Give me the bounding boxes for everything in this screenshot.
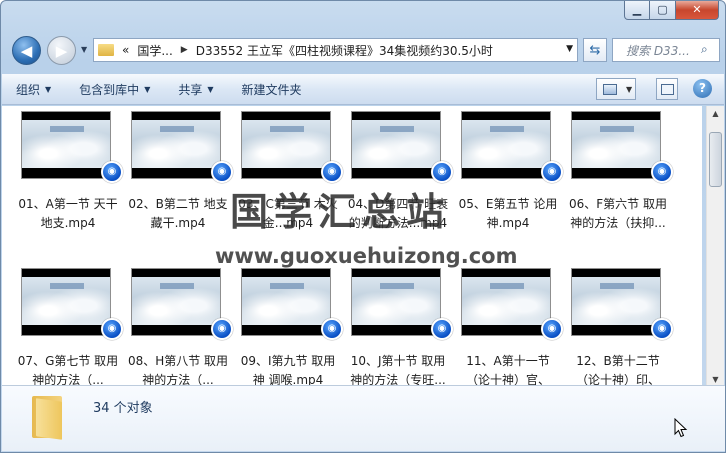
help-button[interactable]: ? <box>693 79 712 98</box>
details-pane <box>2 385 725 451</box>
forward-button[interactable]: ▶ <box>47 36 76 65</box>
file-item[interactable]: ◉ 01、A第一节 天干 地支.mp4 <box>16 111 123 230</box>
navigation-bar: ◀ ▶ ▼ « 国学... ▶ D33552 王立军《四柱视频课程》34集视频约… <box>7 34 720 68</box>
video-thumbnail <box>21 268 111 336</box>
video-thumbnail <box>241 111 331 179</box>
file-item[interactable]: ◉ 10、J第十节 取用神的方法（专旺... <box>346 268 453 387</box>
folder-icon <box>32 396 62 440</box>
breadcrumb-item-current[interactable]: D33552 王立军《四柱视频课程》34集视频约30.5小时 <box>196 42 493 59</box>
address-bar[interactable]: « 国学... ▶ D33552 王立军《四柱视频课程》34集视频约30.5小时… <box>93 38 578 62</box>
file-name: 01、A第一节 天干 地支.mp4 <box>18 197 118 230</box>
search-icon[interactable]: ⌕ <box>701 42 715 56</box>
help-icon: ? <box>699 81 706 95</box>
scroll-up-icon[interactable]: ▲ <box>709 109 722 118</box>
video-thumbnail <box>461 268 551 336</box>
chevron-right-icon[interactable]: ▶ <box>181 45 188 55</box>
vertical-scrollbar[interactable]: ▲ ▼ <box>706 106 724 387</box>
address-dropdown-icon[interactable]: ▼ <box>566 44 573 54</box>
file-item[interactable]: ◉11、A第十一节（论十神）官、杀.... <box>456 268 563 387</box>
video-player-icon: ◉ <box>651 318 673 340</box>
video-player-icon: ◉ <box>321 318 343 340</box>
video-player-icon: ◉ <box>101 161 123 183</box>
mouse-cursor-icon <box>674 418 688 438</box>
video-thumbnail <box>241 268 331 336</box>
video-thumbnail <box>131 111 221 179</box>
breadcrumb-prefix[interactable]: « <box>122 43 129 57</box>
video-player-icon: ◉ <box>541 161 563 183</box>
file-name: 06、F第六节 取用神的方法（扶抑... <box>569 197 667 230</box>
file-item[interactable]: ◉12、B第十二节（论十神）印、枭.... <box>566 268 673 387</box>
file-item[interactable]: ◉ 06、F第六节 取用神的方法（扶抑... <box>566 111 673 230</box>
video-thumbnail <box>351 111 441 179</box>
file-item[interactable]: ◉ 05、E第五节 论用神.mp4 <box>456 111 563 230</box>
share-button[interactable]: 共享 ▼ <box>164 74 227 104</box>
file-item[interactable]: ◉ 08、H第八节 取用神的方法（... <box>126 268 233 387</box>
organize-label: 组织 <box>16 82 41 97</box>
video-thumbnail <box>571 111 661 179</box>
arrow-left-icon: ◀ <box>20 41 33 60</box>
video-thumbnail <box>131 268 221 336</box>
video-player-icon: ◉ <box>101 318 123 340</box>
maximize-button[interactable]: ▢ <box>650 1 676 20</box>
item-count: 34 个对象 <box>93 401 153 416</box>
video-thumbnail <box>461 111 551 179</box>
search-input[interactable]: 搜索 D33... ⌕ <box>612 38 720 62</box>
chevron-down-icon: ▼ <box>207 84 214 94</box>
include-library-label: 包含到库中 <box>79 82 140 97</box>
preview-pane-icon <box>661 84 674 95</box>
new-folder-label: 新建文件夹 <box>241 82 302 97</box>
back-button[interactable]: ◀ <box>12 36 41 65</box>
video-player-icon: ◉ <box>321 161 343 183</box>
share-label: 共享 <box>178 82 203 97</box>
chevron-down-icon: ▼ <box>144 84 151 94</box>
file-name: 05、E第五节 论用神.mp4 <box>458 197 558 230</box>
video-player-icon: ◉ <box>431 161 453 183</box>
command-bar: 组织 ▼ 包含到库中 ▼ 共享 ▼ 新建文件夹 ▼ ? <box>2 74 724 105</box>
refresh-button[interactable]: ⇆ <box>583 38 607 62</box>
refresh-icon: ⇆ <box>589 42 601 58</box>
file-name: 02、B第二节 地支藏干.mp4 <box>128 197 228 230</box>
window-controls: ▁ ▢ ✕ <box>624 1 719 20</box>
video-thumbnail <box>571 268 661 336</box>
scrollbar-thumb[interactable] <box>709 132 722 187</box>
file-item[interactable]: ◉ 07、G第七节 取用神的方法（... <box>16 268 123 387</box>
video-player-icon: ◉ <box>431 318 453 340</box>
history-dropdown-icon[interactable]: ▼ <box>81 45 87 54</box>
chevron-down-icon: ▼ <box>45 84 52 94</box>
new-folder-button[interactable]: 新建文件夹 <box>228 74 316 104</box>
video-player-icon: ◉ <box>211 161 233 183</box>
minimize-button[interactable]: ▁ <box>624 1 650 20</box>
view-icon <box>603 83 617 95</box>
close-button[interactable]: ✕ <box>676 1 719 20</box>
explorer-window: ▁ ▢ ✕ ◀ ▶ ▼ « 国学... ▶ D33552 王立军《四柱视频课程》… <box>0 0 726 453</box>
folder-icon <box>98 44 114 56</box>
file-item[interactable]: ◉ 02、B第二节 地支藏干.mp4 <box>126 111 233 230</box>
file-item[interactable]: ◉ 09、I第九节 取用神 调喉.mp4 <box>236 268 343 387</box>
video-player-icon: ◉ <box>541 318 563 340</box>
video-thumbnail <box>21 111 111 179</box>
scroll-down-icon[interactable]: ▼ <box>709 375 722 384</box>
chevron-down-icon: ▼ <box>626 84 633 94</box>
watermark-title: 国学汇总站 <box>230 190 451 234</box>
video-thumbnail <box>351 268 441 336</box>
breadcrumb-item[interactable]: 国学... <box>137 42 172 59</box>
arrow-right-icon: ▶ <box>55 41 68 60</box>
video-player-icon: ◉ <box>211 318 233 340</box>
preview-pane-button[interactable] <box>656 78 678 100</box>
change-view-button[interactable]: ▼ <box>596 78 636 100</box>
watermark-url: www.guoxuehuizong.com <box>215 244 518 268</box>
organize-button[interactable]: 组织 ▼ <box>2 74 65 104</box>
video-player-icon: ◉ <box>651 161 673 183</box>
include-library-button[interactable]: 包含到库中 ▼ <box>65 74 164 104</box>
search-placeholder: 搜索 D33... <box>626 43 690 58</box>
